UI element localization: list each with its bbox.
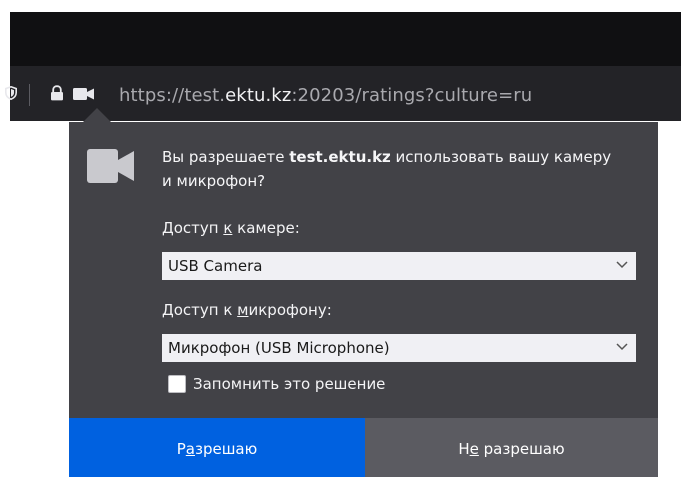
camera-icon[interactable] (73, 88, 95, 100)
microphone-selected: Микрофон (USB Microphone) (168, 339, 390, 357)
url-host: ektu.kz (225, 85, 292, 106)
allow-button[interactable]: Разрешаю (69, 418, 365, 477)
microphone-label-post: икрофону: (248, 301, 332, 319)
browser-tab-strip (10, 12, 681, 66)
camera-selected: USB Camera (168, 257, 263, 275)
deny-label-pre: Н (458, 440, 470, 458)
camera-label-post: камере: (232, 219, 300, 237)
camera-icon (87, 149, 134, 183)
camera-select[interactable]: USB Camera (162, 252, 636, 280)
permission-prompt: Вы разрешаете test.ektu.kz использовать … (162, 145, 612, 193)
allow-label-pre: Р (176, 440, 186, 458)
prompt-site: test.ektu.kz (289, 148, 391, 166)
chevron-down-icon (616, 261, 628, 269)
microphone-select[interactable]: Микрофон (USB Microphone) (162, 334, 636, 362)
chevron-down-icon (616, 343, 628, 351)
prompt-text-before: Вы разрешаете (162, 148, 290, 166)
url-path: :20203/ratings?culture=ru (291, 85, 533, 106)
popup-arrow (83, 108, 111, 122)
shield-icon[interactable] (5, 86, 17, 100)
deny-label-post: разрешаю (478, 440, 565, 458)
allow-label-accesskey: а (185, 440, 195, 458)
remember-label[interactable]: Запомнить это решение (193, 373, 385, 395)
remember-checkbox[interactable] (168, 375, 186, 393)
camera-label: Доступ к камере: (162, 217, 300, 239)
microphone-label: Доступ к микрофону: (162, 299, 332, 321)
url-scheme: https://test. (119, 85, 226, 106)
allow-label-post: зрешаю (194, 440, 258, 458)
deny-label-accesskey: е (469, 440, 479, 458)
deny-button[interactable]: Не разрешаю (365, 418, 658, 477)
microphone-label-accesskey: м (237, 301, 249, 319)
url-text[interactable]: https://test.ektu.kz:20203/ratings?cultu… (119, 84, 532, 108)
lock-icon[interactable] (49, 85, 65, 101)
microphone-label-pre: Доступ к (162, 301, 238, 319)
url-bar-divider (29, 84, 30, 106)
camera-label-pre: Доступ (162, 219, 224, 237)
